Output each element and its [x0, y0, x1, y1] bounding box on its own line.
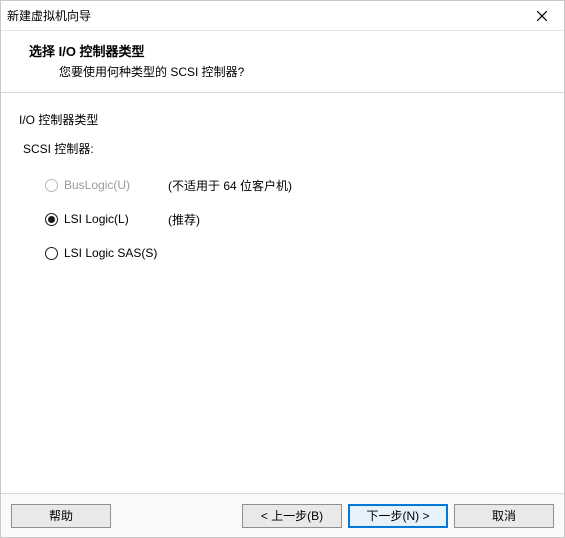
option-note: (推荐) [168, 211, 200, 228]
back-button[interactable]: < 上一步(B) [242, 504, 342, 528]
titlebar: 新建虚拟机向导 [1, 1, 564, 31]
close-icon [537, 11, 547, 21]
radio-lsi-logic-sas[interactable] [45, 247, 58, 260]
option-buslogic: BusLogic(U) (不适用于 64 位客户机) [45, 175, 546, 195]
scsi-options: BusLogic(U) (不适用于 64 位客户机) LSI Logic(L) … [45, 175, 546, 263]
next-button[interactable]: 下一步(N) > [348, 504, 448, 528]
cancel-button[interactable]: 取消 [454, 504, 554, 528]
window-title: 新建虚拟机向导 [7, 7, 520, 24]
help-button[interactable]: 帮助 [11, 504, 111, 528]
option-label: BusLogic(U) [64, 178, 168, 192]
wizard-footer: 帮助 < 上一步(B) 下一步(N) > 取消 [1, 493, 564, 537]
radio-buslogic [45, 179, 58, 192]
wizard-window: 新建虚拟机向导 选择 I/O 控制器类型 您要使用何种类型的 SCSI 控制器?… [0, 0, 565, 538]
button-label: 帮助 [49, 507, 73, 524]
button-label: 下一步(N) > [366, 507, 429, 524]
close-button[interactable] [520, 1, 564, 31]
button-label: 取消 [492, 507, 516, 524]
page-subtitle: 您要使用何种类型的 SCSI 控制器? [9, 63, 556, 80]
io-controller-type-label: I/O 控制器类型 [19, 111, 546, 128]
wizard-header: 选择 I/O 控制器类型 您要使用何种类型的 SCSI 控制器? [1, 31, 564, 93]
option-lsi-logic-sas[interactable]: LSI Logic SAS(S) [45, 243, 546, 263]
option-label: LSI Logic(L) [64, 212, 168, 226]
option-note: (不适用于 64 位客户机) [168, 177, 292, 194]
scsi-controller-label: SCSI 控制器: [23, 140, 546, 157]
wizard-content: I/O 控制器类型 SCSI 控制器: BusLogic(U) (不适用于 64… [1, 93, 564, 493]
radio-lsi-logic[interactable] [45, 213, 58, 226]
button-label: < 上一步(B) [261, 507, 323, 524]
page-title: 选择 I/O 控制器类型 [9, 41, 556, 60]
option-label: LSI Logic SAS(S) [64, 246, 168, 260]
option-lsi-logic[interactable]: LSI Logic(L) (推荐) [45, 209, 546, 229]
